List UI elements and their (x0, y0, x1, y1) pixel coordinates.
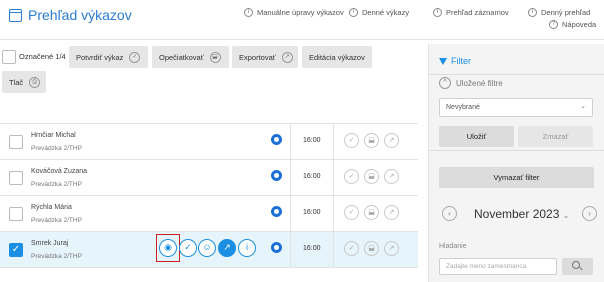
info-icon: i (244, 8, 253, 17)
stamp-icon[interactable]: ⬓ (364, 169, 379, 184)
select-all-checkbox[interactable] (2, 50, 16, 64)
table-row[interactable]: Kováčová Zuzana Prevádzka 2/THP 16:00 ✓ … (0, 160, 418, 196)
marked-count: Označené 1/4 (19, 52, 66, 61)
stamp-icon[interactable]: ⬓ (364, 205, 379, 220)
thumbs-up-icon[interactable]: ✓ (344, 133, 359, 148)
link-daily-reports[interactable]: i Denné výkazy (349, 8, 409, 17)
alarm-clock-icon[interactable] (271, 170, 282, 181)
row-time: 16:00 (303, 245, 321, 252)
link-records-overview[interactable]: i Prehľad záznamov (433, 8, 509, 17)
stamp-icon[interactable]: ⬓ (364, 133, 379, 148)
link-daily-overview[interactable]: i Denný prehľad (528, 8, 590, 17)
employee-name: Rýchla Mária (31, 204, 72, 211)
confirm-report-button[interactable]: Potvrdiť výkaz ✓ (69, 46, 148, 68)
chevron-up-icon: ^ (439, 77, 451, 89)
edit-reports-button[interactable]: Editácia výkazov (302, 46, 372, 68)
row-time: 16:00 (303, 137, 321, 144)
alarm-clock-icon[interactable] (271, 134, 282, 145)
alarm-clock-icon[interactable] (271, 242, 282, 253)
export-button[interactable]: Exportovať ↗ (232, 46, 298, 68)
export-icon[interactable]: ↗ (384, 169, 399, 184)
info-icon: i (528, 8, 537, 17)
row-checkbox-checked[interactable]: ✓ (9, 243, 23, 257)
table-row[interactable]: Hrnčiar Michal Prevádzka 2/THP 16:00 ✓ ⬓… (0, 124, 418, 160)
thumbs-up-icon[interactable]: ✓ (344, 169, 359, 184)
employee-workplace: Prevádzka 2/THP (31, 217, 82, 224)
info-icon: i (349, 8, 358, 17)
chevron-down-icon: ⌄ (580, 103, 586, 110)
info-icon: i (433, 8, 442, 17)
row-time: 16:00 (303, 173, 321, 180)
row-time: 16:00 (303, 209, 321, 216)
header: Prehľad výkazov i Manuálne úpravy výkazo… (0, 0, 604, 40)
search-input[interactable]: Zadajte meno zamestnanca (439, 258, 557, 275)
row-checkbox[interactable] (9, 135, 23, 149)
calendar-icon (9, 8, 22, 22)
page-title-text: Prehľad výkazov (28, 7, 132, 23)
stamp-icon[interactable]: ⬓ (364, 241, 379, 256)
stamp-icon: ⬓ (209, 51, 221, 63)
funnel-icon (439, 57, 447, 65)
search-label: Hladanie (439, 243, 467, 250)
help-icon: ? (549, 20, 558, 29)
month-selector[interactable]: November 2023 ⌄ (474, 207, 569, 221)
page-title: Prehľad výkazov (9, 7, 132, 23)
employee-name: Hrnčiar Michal (31, 132, 76, 139)
export-icon[interactable]: ↗ (384, 133, 399, 148)
save-filter-button[interactable]: Uložiť (439, 126, 514, 147)
filter-title[interactable]: Filter (439, 56, 471, 66)
employee-name: Smrek Juraj (31, 240, 69, 247)
export-icon[interactable]: ↗ (384, 205, 399, 220)
stamp-button[interactable]: Opečiatkovať ⬓ (152, 46, 229, 68)
filter-panel: Filter ^ Uložené filtre Nevybrané ⌄ Ulož… (428, 44, 604, 282)
saved-filters-toggle[interactable]: ^ Uložené filtre (439, 77, 503, 89)
employee-name: Kováčová Zuzana (31, 168, 88, 175)
employee-workplace: Prevádzka 2/THP (31, 181, 82, 188)
export-icon[interactable]: ↗ (384, 241, 399, 256)
eye-icon[interactable]: ◉ (159, 239, 177, 257)
table-row[interactable]: Rýchla Mária Prevádzka 2/THP 16:00 ✓ ⬓ ↗ (0, 196, 418, 232)
print-button[interactable]: Tlač ⎙ (2, 71, 46, 93)
link-help[interactable]: ? Nápoveda (549, 20, 596, 29)
chevron-left-icon[interactable]: ‹ (442, 206, 457, 221)
user-icon[interactable]: ☺ (198, 239, 216, 257)
thumbs-up-icon[interactable]: ✓ (344, 205, 359, 220)
export-icon: ↗ (281, 51, 293, 63)
print-icon: ⎙ (29, 76, 41, 88)
row-checkbox[interactable] (9, 171, 23, 185)
clear-filter-button[interactable]: Vymazať filter (439, 167, 594, 188)
reports-area: Označené 1/4 Potvrdiť výkaz ✓ Opečiatkov… (0, 41, 418, 282)
employee-workplace: Prevádzka 2/THP (31, 145, 82, 152)
row-checkbox[interactable] (9, 207, 23, 221)
alarm-clock-icon[interactable] (271, 206, 282, 217)
export-icon[interactable]: ↗ (218, 239, 236, 257)
thumbs-up-icon: ✓ (129, 51, 141, 63)
saved-filter-select[interactable]: Nevybrané ⌄ (439, 98, 593, 117)
thumbs-up-icon[interactable]: ✓ (179, 239, 197, 257)
search-button[interactable] (562, 258, 593, 275)
thumbs-up-icon[interactable]: ✓ (344, 241, 359, 256)
table-row-selected[interactable]: ✓ Smrek Juraj Prevádzka 2/THP ◉ ✓ ☺ ↗ i … (0, 232, 418, 268)
search-icon (572, 261, 580, 269)
employee-workplace: Prevádzka 2/THP (31, 253, 82, 260)
chevron-right-icon[interactable]: › (582, 206, 597, 221)
delete-filter-button[interactable]: Zmazať (518, 126, 593, 147)
link-manual-edits[interactable]: i Manuálne úpravy výkazov (244, 8, 344, 17)
chevron-down-icon: ⌄ (562, 211, 570, 220)
info-icon[interactable]: i (238, 239, 256, 257)
